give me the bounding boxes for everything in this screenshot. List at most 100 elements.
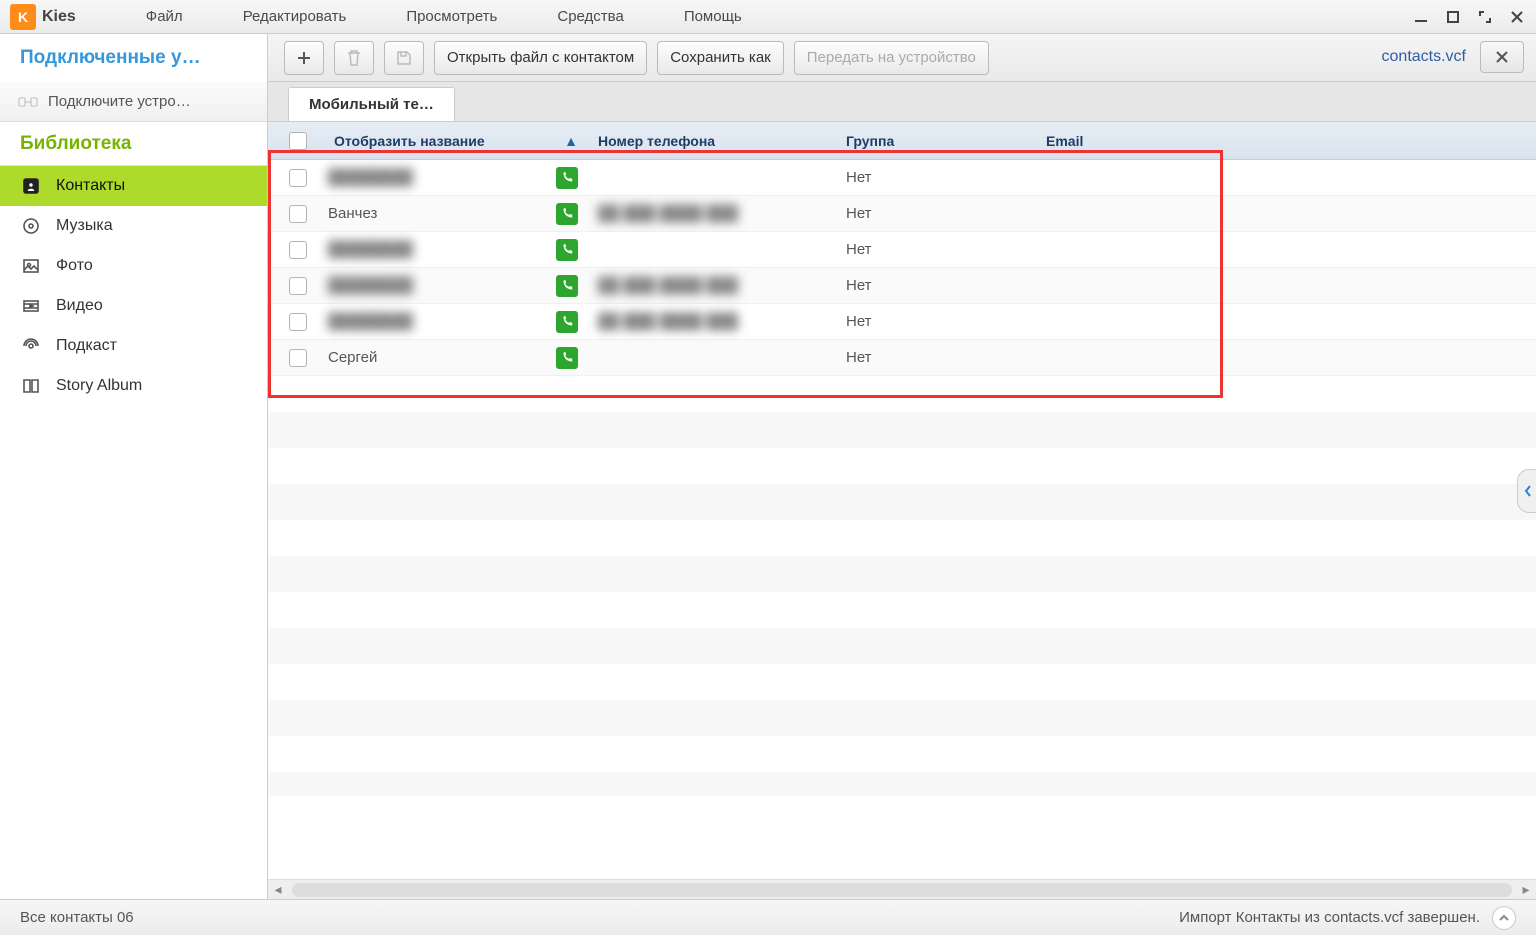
sidebar-item-contacts[interactable]: Контакты — [0, 166, 267, 206]
save-as-button[interactable]: Сохранить как — [657, 41, 784, 75]
sidebar-item-label: Story Album — [56, 377, 142, 395]
sidebar-item-label: Музыка — [56, 217, 113, 235]
sidebar: Подключите устро… Библиотека Контакты Му… — [0, 82, 268, 899]
phone-icon — [556, 203, 578, 225]
sidebar-item-photo[interactable]: Фото — [0, 246, 267, 286]
contact-name: Сергей — [328, 349, 377, 366]
sidebar-item-label: Контакты — [56, 177, 125, 195]
menu-view[interactable]: Просмотреть — [376, 8, 527, 25]
sidebar-item-label: Фото — [56, 257, 93, 275]
app-name: Kies — [42, 8, 76, 26]
select-all-checkbox[interactable] — [289, 132, 307, 150]
horizontal-scrollbar[interactable]: ◂ ▸ — [268, 879, 1536, 899]
add-button[interactable] — [284, 41, 324, 75]
scroll-left-icon[interactable]: ◂ — [268, 881, 288, 898]
scroll-track[interactable] — [292, 883, 1512, 897]
video-icon — [20, 296, 42, 316]
delete-button[interactable] — [334, 41, 374, 75]
table-row[interactable]: Сергей Нет — [268, 340, 1536, 376]
menu-edit[interactable]: Редактировать — [213, 8, 377, 25]
phone-icon — [556, 347, 578, 369]
menubar: K Kies Файл Редактировать Просмотреть Ср… — [0, 0, 1536, 34]
open-contact-file-button[interactable]: Открыть файл с контактом — [434, 41, 647, 75]
statusbar: Все контакты 06 Импорт Контакты из conta… — [0, 899, 1536, 935]
contacts-icon — [20, 176, 42, 196]
close-icon[interactable] — [1508, 8, 1526, 26]
col-header-email[interactable]: Email — [1036, 122, 1316, 159]
table-row[interactable]: ████████ ██ ███ ████ ███Нет — [268, 304, 1536, 340]
contact-group: Нет — [836, 313, 1036, 330]
contact-phone: ██ ███ ████ ███ — [588, 205, 836, 222]
close-file-button[interactable] — [1480, 41, 1524, 73]
phone-icon — [556, 275, 578, 297]
row-checkbox[interactable] — [289, 205, 307, 223]
row-checkbox[interactable] — [289, 349, 307, 367]
contact-phone: ██ ███ ████ ███ — [588, 313, 836, 330]
contact-group: Нет — [836, 349, 1036, 366]
connected-devices-header[interactable]: Подключенные у… — [0, 34, 268, 82]
contacts-table: Отобразить название ▲ Номер телефона Гру… — [268, 122, 1536, 879]
contact-name: ████████ — [328, 313, 413, 330]
toolbar-buttons: Открыть файл с контактом Сохранить как П… — [268, 41, 1005, 75]
row-checkbox[interactable] — [289, 277, 307, 295]
tab-mobile-phone[interactable]: Мобильный те… — [288, 87, 455, 121]
chevron-left-icon — [1523, 484, 1533, 498]
library-header: Библиотека — [0, 122, 267, 166]
sidebar-item-podcast[interactable]: Подкаст — [0, 326, 267, 366]
toolbar: Подключенные у… Открыть файл с контактом… — [0, 34, 1536, 82]
status-right: Импорт Контакты из contacts.vcf завершен… — [1179, 909, 1480, 926]
main-panel: Мобильный те… Отобразить название ▲ Номе… — [268, 82, 1536, 899]
save-icon — [395, 49, 413, 67]
status-left: Все контакты 06 — [20, 909, 134, 926]
sidebar-item-video[interactable]: Видео — [0, 286, 267, 326]
fullscreen-icon[interactable] — [1476, 8, 1494, 26]
table-row[interactable]: ██████████ ███ ████ ███Нет — [268, 268, 1536, 304]
menu-help[interactable]: Помощь — [654, 8, 772, 25]
minimize-icon[interactable] — [1412, 8, 1430, 26]
scroll-right-icon[interactable]: ▸ — [1516, 881, 1536, 898]
row-checkbox[interactable] — [289, 169, 307, 187]
contact-group: Нет — [836, 241, 1036, 258]
app-logo-icon: K — [10, 4, 36, 30]
table-header: Отобразить название ▲ Номер телефона Гру… — [268, 122, 1536, 160]
empty-rows-area — [268, 376, 1536, 796]
col-header-phone[interactable]: Номер телефона — [588, 122, 836, 159]
table-row[interactable]: ████████Нет — [268, 160, 1536, 196]
contact-name: ████████ — [328, 169, 413, 186]
maximize-icon[interactable] — [1444, 8, 1462, 26]
row-checkbox[interactable] — [289, 313, 307, 331]
sidebar-item-storyalbum[interactable]: Story Album — [0, 366, 267, 406]
window-controls — [1412, 0, 1526, 34]
sidebar-connect-device[interactable]: Подключите устро… — [0, 82, 267, 122]
trash-icon — [346, 49, 362, 67]
table-row[interactable]: Ванчез██ ███ ████ ███Нет — [268, 196, 1536, 232]
phone-icon — [556, 167, 578, 189]
row-checkbox[interactable] — [289, 241, 307, 259]
sidebar-item-label: Видео — [56, 297, 103, 315]
contact-name: ████████ — [328, 277, 413, 294]
storyalbum-icon — [20, 376, 42, 396]
contact-group: Нет — [836, 205, 1036, 222]
sidebar-item-music[interactable]: Музыка — [0, 206, 267, 246]
sidebar-item-label: Подкаст — [56, 337, 117, 355]
phone-icon — [556, 311, 578, 333]
col-header-group[interactable]: Группа — [836, 122, 1036, 159]
sort-asc-icon: ▲ — [564, 133, 578, 149]
menu-tools[interactable]: Средства — [527, 8, 653, 25]
table-row[interactable]: ████████ Нет — [268, 232, 1536, 268]
menu-file[interactable]: Файл — [116, 8, 213, 25]
podcast-icon — [20, 336, 42, 356]
tabstrip: Мобильный те… — [268, 82, 1536, 122]
col-header-name[interactable]: Отобразить название ▲ — [328, 122, 588, 159]
close-icon — [1494, 49, 1510, 65]
chevron-up-icon — [1498, 912, 1510, 924]
status-expand-button[interactable] — [1492, 906, 1516, 930]
music-icon — [20, 216, 42, 236]
device-icon — [18, 95, 38, 109]
save-button[interactable] — [384, 41, 424, 75]
contact-name: ████████ — [328, 241, 413, 258]
open-filename: contacts.vcf — [1382, 48, 1466, 66]
side-panel-toggle[interactable] — [1517, 469, 1536, 513]
send-to-device-button[interactable]: Передать на устройство — [794, 41, 989, 75]
connect-device-label: Подключите устро… — [48, 93, 191, 110]
